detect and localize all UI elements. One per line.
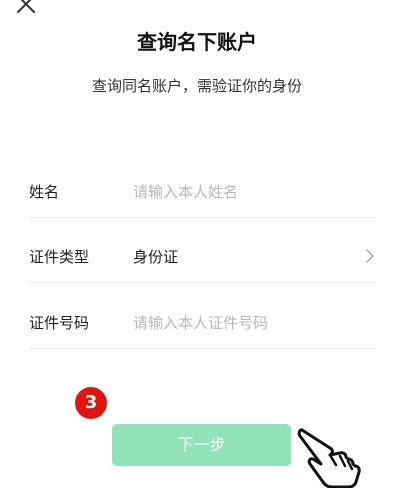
id-type-row[interactable]: 证件类型 身份证 — [29, 229, 376, 283]
id-type-label: 证件类型 — [29, 248, 90, 266]
id-number-input[interactable]: 请输入本人证件号码 — [133, 312, 268, 333]
divider — [29, 348, 376, 349]
id-type-value[interactable]: 身份证 — [133, 246, 178, 267]
divider — [29, 282, 376, 283]
id-number-row[interactable]: 证件号码 请输入本人证件号码 — [29, 295, 376, 349]
next-button[interactable]: 下一步 — [112, 424, 291, 466]
id-number-label: 证件号码 — [29, 314, 90, 332]
step-badge: 3 — [75, 387, 107, 419]
name-label: 姓名 — [29, 183, 60, 201]
page-title: 查询名下账户 — [137, 30, 257, 54]
close-icon[interactable] — [14, 0, 38, 16]
name-row[interactable]: 姓名 请输入本人姓名 — [29, 164, 376, 218]
hand-pointer-icon — [297, 428, 361, 488]
divider — [29, 217, 376, 218]
page-subtitle: 查询同名账户，需验证你的身份 — [91, 77, 302, 95]
chevron-right-icon — [366, 249, 374, 263]
name-input[interactable]: 请输入本人姓名 — [133, 181, 238, 202]
